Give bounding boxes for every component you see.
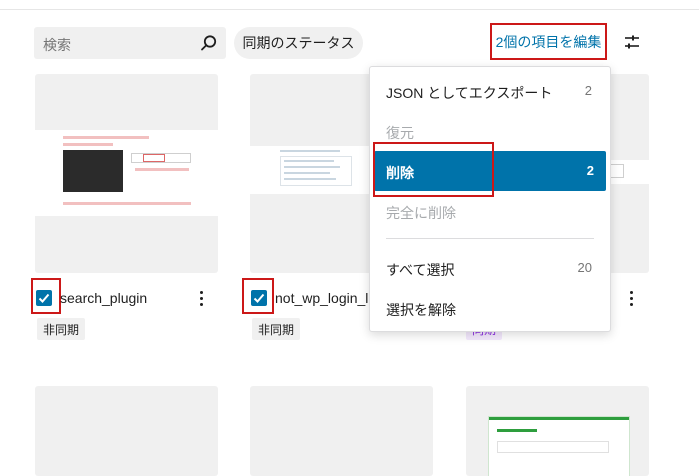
menu-item-export-json[interactable]: JSON としてエクスポート 2	[370, 71, 608, 111]
card-title[interactable]: not_wp_login_lir	[275, 290, 369, 306]
bulk-actions-menu: JSON としてエクスポート 2 復元 削除 2 完全に削除 すべて選択 20 …	[369, 66, 611, 332]
thumbnail-preview	[488, 416, 630, 476]
search-placeholder: 検索	[43, 37, 71, 53]
search-icon[interactable]	[200, 34, 218, 52]
menu-item-label: 完全に削除	[386, 205, 456, 221]
sync-status-badge: 非同期	[37, 318, 86, 340]
menu-item-count: 20	[577, 260, 592, 275]
delete-highlight	[373, 142, 494, 197]
bulk-edit-button[interactable]: 2個の項目を編集	[490, 23, 607, 60]
sliders-icon[interactable]	[622, 32, 642, 52]
kebab-icon[interactable]	[630, 291, 634, 307]
menu-item-deselect[interactable]: 選択を解除	[370, 288, 608, 328]
card-thumbnail[interactable]	[35, 74, 218, 273]
menu-item-label: 選択を解除	[386, 302, 456, 318]
menu-item-label: 復元	[386, 125, 414, 141]
menu-item-delete-permanently[interactable]: 完全に削除	[370, 191, 608, 231]
menu-divider	[386, 238, 594, 239]
card-title[interactable]: search_plugin	[60, 290, 147, 306]
checkbox-highlight	[242, 278, 274, 314]
menu-item-count: 2	[586, 163, 594, 178]
checkbox-highlight	[31, 278, 61, 314]
sync-status-filter[interactable]: 同期のステータス	[234, 27, 363, 59]
menu-item-count: 2	[584, 83, 592, 98]
top-divider	[0, 0, 699, 10]
menu-item-label: すべて選択	[386, 262, 455, 278]
menu-item-label: JSON としてエクスポート	[386, 85, 553, 101]
menu-item-select-all[interactable]: すべて選択 20	[370, 248, 608, 288]
kebab-icon[interactable]	[200, 291, 204, 307]
search-input[interactable]: 検索	[34, 27, 226, 59]
thumbnail-preview	[35, 130, 218, 216]
sync-status-badge: 非同期	[252, 318, 301, 340]
